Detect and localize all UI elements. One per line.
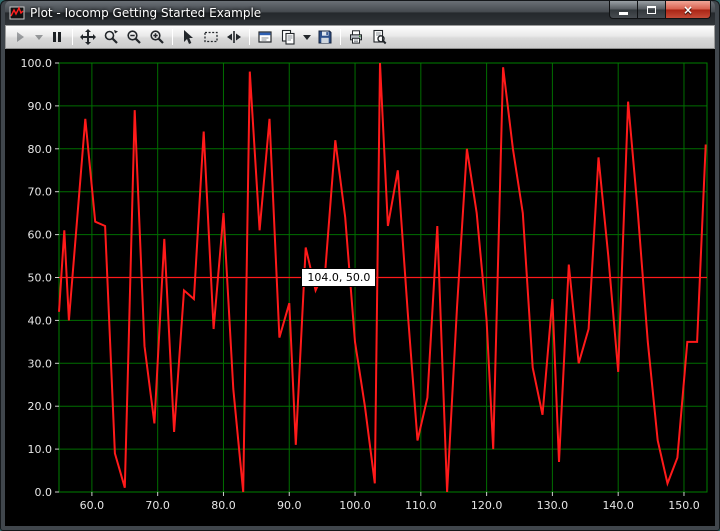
chevron-down-icon: [302, 35, 311, 40]
print-preview-button[interactable]: [368, 27, 390, 47]
maximize-button[interactable]: [638, 1, 666, 19]
cursor-tooltip: 104.0, 50.0: [301, 268, 377, 287]
svg-text:90.0: 90.0: [277, 499, 302, 512]
svg-text:100.0: 100.0: [21, 57, 53, 70]
zoom-in-button[interactable]: [146, 27, 168, 47]
pause-button[interactable]: [46, 27, 68, 47]
svg-text:100.0: 100.0: [339, 499, 371, 512]
app-window: Plot - Iocomp Getting Started Example ×: [0, 0, 720, 531]
zoom-in-icon: [150, 30, 164, 44]
axes-fit-icon: [227, 31, 241, 43]
plot-canvas[interactable]: 60.0 70.0 80.0 90.0 100.0 110.0 120.0 130.0 140.…: [5, 49, 715, 526]
close-button[interactable]: ×: [666, 1, 711, 19]
svg-text:50.0: 50.0: [28, 272, 53, 285]
window-controls: ×: [609, 1, 711, 19]
print-preview-icon: [373, 29, 387, 45]
zoom-cursor-icon: [104, 30, 118, 44]
svg-text:130.0: 130.0: [537, 499, 569, 512]
svg-text:10.0: 10.0: [28, 443, 53, 456]
svg-text:70.0: 70.0: [145, 499, 170, 512]
svg-text:120.0: 120.0: [471, 499, 503, 512]
copy-button[interactable]: [277, 27, 299, 47]
svg-text:110.0: 110.0: [405, 499, 437, 512]
move-arrows-icon: [80, 29, 96, 45]
svg-text:40.0: 40.0: [28, 314, 53, 327]
fit-axes-button[interactable]: [223, 27, 245, 47]
svg-text:60.0: 60.0: [28, 229, 53, 242]
svg-text:150.0: 150.0: [668, 499, 700, 512]
app-icon: [9, 6, 25, 20]
pointer-icon: [184, 30, 193, 44]
zoom-tool-button[interactable]: [100, 27, 122, 47]
pause-icon: [53, 32, 61, 42]
svg-text:0.0: 0.0: [35, 486, 53, 499]
select-button[interactable]: [177, 27, 199, 47]
close-icon: ×: [682, 2, 694, 17]
save-icon: [318, 30, 332, 44]
toolbar-separator: [249, 29, 250, 45]
plot-area[interactable]: 60.0 70.0 80.0 90.0 100.0 110.0 120.0 130.0 140.…: [5, 49, 715, 526]
svg-text:80.0: 80.0: [28, 143, 53, 156]
minimize-icon: [619, 11, 628, 15]
svg-text:30.0: 30.0: [28, 357, 53, 370]
svg-text:60.0: 60.0: [80, 499, 105, 512]
window-title: Plot - Iocomp Getting Started Example: [30, 6, 262, 20]
svg-text:80.0: 80.0: [211, 499, 236, 512]
zoom-out-button[interactable]: [123, 27, 145, 47]
copy-dropdown[interactable]: [300, 27, 313, 47]
title-bar[interactable]: Plot - Iocomp Getting Started Example ×: [5, 1, 715, 25]
plot-toolbar: [5, 25, 715, 49]
play-button[interactable]: [9, 27, 31, 47]
dashed-rect-icon: [204, 31, 218, 43]
toolbar-separator: [72, 29, 73, 45]
print-button[interactable]: [345, 27, 367, 47]
print-icon: [350, 30, 362, 44]
toolbar-separator: [172, 29, 173, 45]
zoom-out-icon: [127, 30, 141, 44]
svg-text:70.0: 70.0: [28, 186, 53, 199]
save-button[interactable]: [314, 27, 336, 47]
zoom-box-button[interactable]: [200, 27, 222, 47]
svg-text:90.0: 90.0: [28, 100, 53, 113]
svg-text:140.0: 140.0: [602, 499, 634, 512]
play-dropdown[interactable]: [32, 27, 45, 47]
pan-button[interactable]: [77, 27, 99, 47]
toolbar-separator: [340, 29, 341, 45]
minimize-button[interactable]: [609, 1, 638, 19]
copy-icon: [281, 29, 295, 45]
play-icon: [17, 32, 24, 42]
properties-icon: [258, 31, 272, 43]
svg-text:20.0: 20.0: [28, 400, 53, 413]
maximize-icon: [647, 5, 656, 14]
chevron-down-icon: [34, 35, 43, 40]
properties-button[interactable]: [254, 27, 276, 47]
